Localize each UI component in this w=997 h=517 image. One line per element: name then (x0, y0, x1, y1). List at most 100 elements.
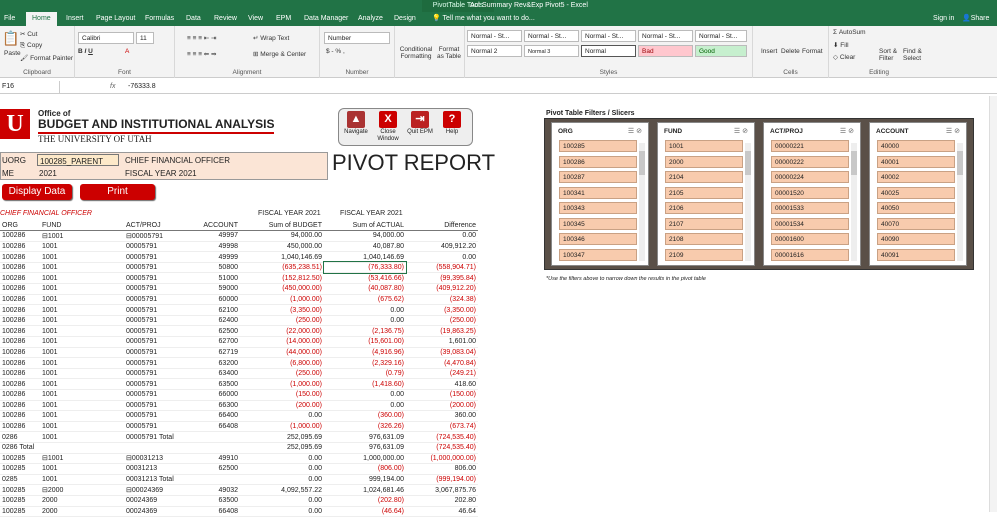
table-cell[interactable]: ACCOUNT (200, 220, 240, 232)
slicer-item[interactable]: 00000221 (771, 140, 849, 152)
font-size-select[interactable]: 11 (136, 32, 154, 44)
slicer-item[interactable]: 1001 (665, 140, 743, 152)
table-cell[interactable]: 62700 (200, 336, 240, 348)
table-cell[interactable]: 1,024,681.46 (324, 484, 406, 496)
table-cell[interactable]: 00005791 (124, 389, 200, 401)
slicer-item[interactable]: 40002 (877, 171, 955, 183)
table-cell[interactable]: 100286 (0, 336, 40, 348)
table-cell[interactable]: 1001 (40, 389, 124, 401)
table-cell[interactable]: (1,418.60) (324, 378, 406, 390)
table-cell[interactable]: 1001 (40, 347, 124, 359)
table-cell[interactable]: 62400 (200, 315, 240, 327)
table-cell[interactable]: 2000 (40, 495, 124, 507)
table-cell[interactable] (200, 473, 240, 486)
table-cell[interactable]: (150.00) (240, 389, 324, 401)
table-cell[interactable]: 409,912.20 (406, 241, 478, 253)
table-cell[interactable]: (724,535.40) (406, 431, 478, 443)
quit-epm-button[interactable]: ⇥ Quit EPM (407, 111, 433, 145)
scroll-thumb[interactable] (851, 151, 857, 175)
table-cell[interactable]: 976,631.09 (324, 441, 406, 454)
close-window-button[interactable]: X Close Window (375, 111, 401, 145)
table-cell[interactable]: 66000 (200, 389, 240, 401)
fill-button[interactable]: ⬇ Fill (833, 41, 849, 49)
table-cell[interactable]: (39,083.04) (406, 347, 478, 359)
table-cell[interactable]: 0.00 (324, 315, 406, 327)
table-cell[interactable]: 63400 (200, 368, 240, 380)
slicer-item[interactable]: 100343 (559, 202, 637, 214)
table-cell[interactable]: 1001 (40, 262, 124, 274)
table-cell[interactable]: (1,000,000.00) (406, 453, 478, 465)
table-cell[interactable]: 100285 (0, 484, 40, 496)
table-cell[interactable]: 0.00 (240, 410, 324, 422)
style-bad[interactable]: Bad (638, 45, 693, 57)
table-cell[interactable]: 100285 (0, 495, 40, 507)
table-cell[interactable]: 1001 (40, 463, 124, 475)
name-box[interactable]: F16 (0, 81, 60, 93)
bold-button[interactable]: B I U (78, 48, 93, 55)
slicer-item[interactable]: 40000 (877, 140, 955, 152)
tab-epm[interactable]: EPM (276, 12, 291, 26)
format-cells-button[interactable]: Format (802, 48, 823, 55)
print-button[interactable]: Print (80, 184, 155, 200)
table-cell[interactable]: 49998 (200, 241, 240, 253)
table-cell[interactable]: 976,631.09 (324, 431, 406, 443)
table-cell[interactable]: ⊟00031213 (124, 453, 200, 465)
signin-link[interactable]: Sign in (933, 12, 954, 26)
table-cell[interactable]: 1001 (40, 410, 124, 422)
table-cell[interactable]: 00005791 (124, 410, 200, 422)
table-cell[interactable]: 1001 (40, 304, 124, 316)
slicer-item[interactable]: 40001 (877, 155, 955, 168)
slicer-item[interactable]: 00001533 (771, 202, 849, 214)
table-cell[interactable]: 0286 (0, 431, 40, 443)
table-cell[interactable]: 00005791 (124, 241, 200, 253)
table-cell[interactable]: 100286 (0, 262, 40, 274)
table-cell[interactable]: 100286 (0, 389, 40, 401)
scroll-thumb[interactable] (639, 151, 645, 175)
table-cell[interactable]: 0.00 (240, 506, 324, 517)
table-cell[interactable]: (250.00) (406, 315, 478, 327)
table-cell[interactable]: 100286 (0, 378, 40, 390)
table-cell[interactable]: (724,535.40) (406, 441, 478, 454)
style-normal-st-5[interactable]: Normal - St... (695, 30, 747, 42)
tab-design[interactable]: Design (394, 12, 416, 26)
table-cell[interactable]: 100286 (0, 230, 40, 242)
table-cell[interactable]: (19,863.25) (406, 325, 478, 338)
find-select-button[interactable]: Find & Select (903, 48, 927, 62)
tab-home[interactable]: Home (26, 12, 57, 26)
scroll-thumb[interactable] (745, 151, 751, 175)
paste-button[interactable]: Paste (4, 50, 21, 57)
table-cell[interactable]: 0.00 (324, 304, 406, 316)
table-cell[interactable]: 00005791 (124, 272, 200, 285)
table-cell[interactable]: 252,095.69 (240, 441, 324, 454)
table-cell[interactable]: 1001 (40, 283, 124, 295)
table-cell[interactable]: 1001 (40, 378, 124, 390)
table-cell[interactable]: 1001 (40, 473, 124, 486)
table-cell[interactable]: 100286 (0, 347, 40, 359)
table-cell[interactable]: 94,000.00 (324, 230, 406, 242)
table-cell[interactable]: (76,333.80) (323, 261, 407, 274)
slicer-item[interactable]: 2107 (665, 217, 743, 230)
table-cell[interactable]: 00005791 (124, 378, 200, 390)
autosum-button[interactable]: Σ AutoSum (833, 29, 866, 36)
style-normal-st-4[interactable]: Normal - St... (638, 30, 693, 42)
table-cell[interactable]: 94,000.00 (240, 230, 324, 242)
table-cell[interactable]: 100286 (0, 421, 40, 433)
vertical-scrollbar[interactable] (989, 96, 997, 512)
table-cell[interactable]: 00005791 (124, 325, 200, 338)
table-cell[interactable]: 360.00 (406, 410, 478, 422)
align-icons[interactable]: ≡ ≡ ≡ ⇤ ⇥ (187, 34, 217, 42)
slicer-scrollbar[interactable] (851, 143, 857, 261)
slicer-item[interactable]: 100346 (559, 233, 637, 245)
table-cell[interactable]: 100286 (0, 272, 40, 285)
table-cell[interactable]: (558,904.71) (406, 262, 478, 274)
table-cell[interactable]: 00005791 (124, 315, 200, 327)
table-cell[interactable]: (4,470.84) (406, 357, 478, 369)
table-cell[interactable]: (409,912.20) (406, 283, 478, 295)
filter-icon[interactable]: ☰ ⊘ (628, 127, 642, 135)
insert-cells-button[interactable]: Insert (761, 48, 777, 55)
table-cell[interactable]: Sum of ACTUAL (324, 220, 406, 232)
tab-insert[interactable]: Insert (66, 12, 84, 26)
table-cell[interactable]: 100285 (0, 463, 40, 475)
table-cell[interactable]: (53,416.66) (324, 272, 406, 285)
align-icons-row2[interactable]: ≡ ≡ ≡ ⇚ ⇛ (187, 50, 217, 58)
